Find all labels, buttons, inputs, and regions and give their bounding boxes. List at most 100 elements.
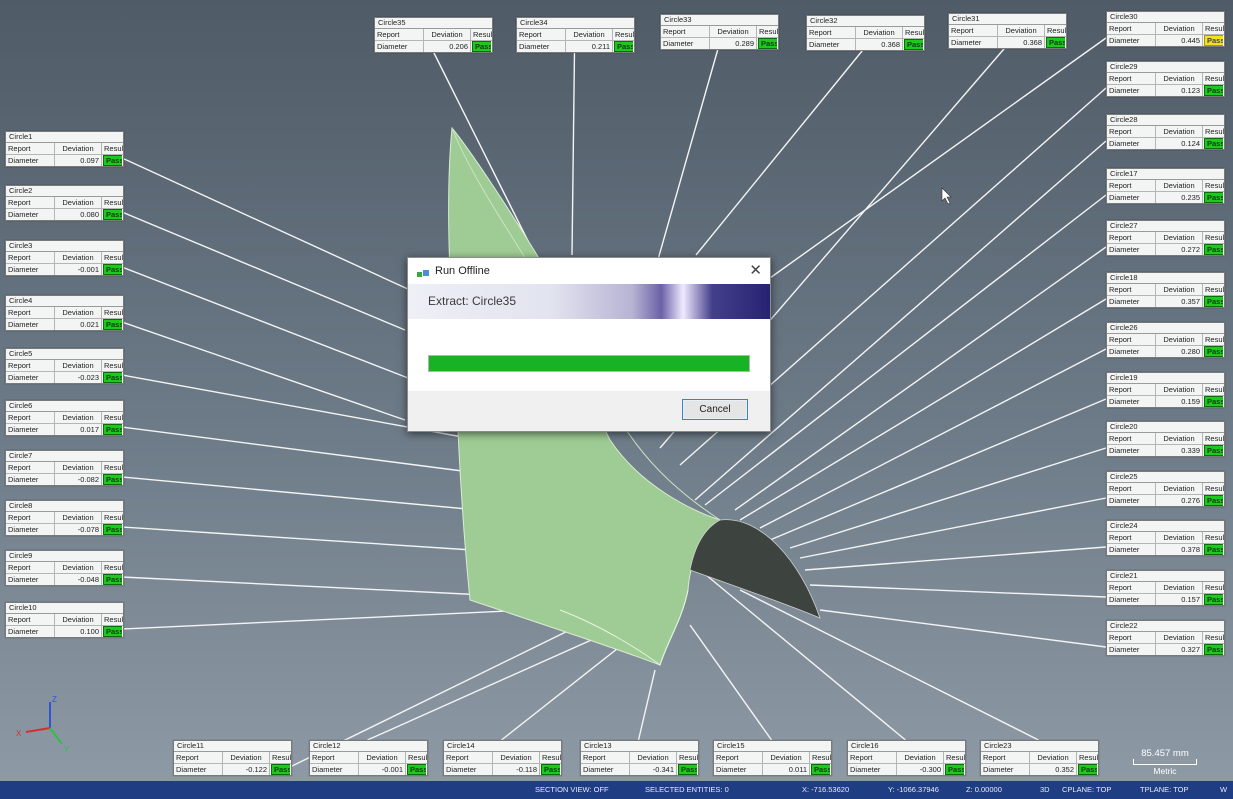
circle-dimension-label[interactable]: Circle14ReportDeviationResult Diameter-0.… (443, 740, 562, 776)
circle-dimension-label[interactable]: Circle22ReportDeviationResult Diameter0.3… (1106, 620, 1225, 656)
circle-dimension-label[interactable]: Circle24ReportDeviationResult Diameter0.3… (1106, 520, 1225, 556)
circle-dimension-label[interactable]: Circle23ReportDeviationResult Diameter0.3… (980, 740, 1099, 776)
result-badge: Pass (103, 264, 122, 275)
result-badge: Pass (472, 41, 491, 52)
circle-dimension-label[interactable]: Circle17ReportDeviationResult Diameter0.2… (1106, 168, 1225, 204)
result-header: Result (1205, 533, 1224, 542)
result-badge: Pass (1204, 445, 1223, 456)
label-title: Circle11 (174, 741, 291, 752)
report-header: Report (174, 752, 223, 763)
result-badge: Pass (1204, 244, 1223, 255)
diameter-label: Diameter (6, 319, 55, 330)
circle-dimension-label[interactable]: Circle5ReportDeviationResult Diameter-0.0… (5, 348, 124, 384)
close-icon[interactable]: ✕ (749, 261, 762, 279)
view-mode-status[interactable]: 3D (1040, 781, 1050, 799)
leader-line (121, 476, 479, 511)
circle-dimension-label[interactable]: Circle21ReportDeviationResult Diameter0.1… (1106, 570, 1225, 606)
result-badge: Pass (678, 764, 697, 775)
circle-dimension-label[interactable]: Circle8ReportDeviationResult Diameter-0.0… (5, 500, 124, 536)
circle-dimension-label[interactable]: Circle15ReportDeviationResult Diameter0.0… (713, 740, 832, 776)
circle-dimension-label[interactable]: Circle35ReportDeviationResult Diameter0.2… (374, 17, 493, 53)
circle-dimension-label[interactable]: Circle10ReportDeviationResult Diameter0.1… (5, 602, 124, 638)
leader-line (769, 398, 1107, 541)
deviation-header: Deviation (1156, 532, 1203, 543)
circle-dimension-label[interactable]: Circle28ReportDeviationResult Diameter0.1… (1106, 114, 1225, 150)
label-title: Circle30 (1107, 12, 1224, 23)
circle-dimension-label[interactable]: Circle1ReportDeviationResult Diameter0.09… (5, 131, 124, 167)
circle-dimension-label[interactable]: Circle29ReportDeviationResult Diameter0.1… (1106, 61, 1225, 97)
diameter-label: Diameter (1107, 244, 1156, 255)
result-header: Result (679, 753, 698, 762)
deviation-value: -0.023 (55, 372, 102, 383)
result-badge: Pass (103, 424, 122, 435)
diameter-label: Diameter (1107, 192, 1156, 203)
deviation-value: -0.118 (493, 764, 540, 775)
cplane-status[interactable]: CPLANE: TOP (1062, 781, 1111, 799)
cancel-button[interactable]: Cancel (682, 399, 748, 420)
circle-dimension-label[interactable]: Circle9ReportDeviationResult Diameter-0.0… (5, 550, 124, 586)
dialog-titlebar[interactable]: Run Offline ✕ (408, 258, 770, 284)
circle-dimension-label[interactable]: Circle11ReportDeviationResult Diameter-0.… (173, 740, 292, 776)
circle-dimension-label[interactable]: Circle3ReportDeviationResult Diameter-0.0… (5, 240, 124, 276)
result-header: Result (104, 563, 123, 572)
circle-dimension-label[interactable]: Circle12ReportDeviationResult Diameter-0.… (309, 740, 428, 776)
deviation-value: -0.078 (55, 524, 102, 535)
deviation-value: 0.021 (55, 319, 102, 330)
report-header: Report (6, 143, 55, 154)
circle-dimension-label[interactable]: Circle33ReportDeviationResult Diameter0.2… (660, 14, 779, 50)
deviation-header: Deviation (55, 412, 102, 423)
status-extra: W (1220, 785, 1228, 794)
blade-shadow-face (689, 519, 821, 619)
progress-bar (428, 355, 750, 372)
result-header: Result (272, 753, 291, 762)
circle-dimension-label[interactable]: Circle27ReportDeviationResult Diameter0.2… (1106, 220, 1225, 256)
graphics-viewport[interactable]: Circle35ReportDeviationResultDiameter0.2… (0, 0, 1233, 781)
report-header: Report (1107, 334, 1156, 345)
diameter-label: Diameter (517, 41, 566, 52)
result-header: Result (542, 753, 561, 762)
diameter-label: Diameter (1107, 138, 1156, 149)
label-title: Circle7 (6, 451, 123, 462)
circle-dimension-label[interactable]: Circle31ReportDeviationResult Diameter0.3… (948, 13, 1067, 49)
result-badge: Pass (1204, 594, 1223, 605)
label-title: Circle1 (6, 132, 123, 143)
diameter-label: Diameter (1107, 396, 1156, 407)
circle-dimension-label[interactable]: Circle26ReportDeviationResult Diameter0.2… (1106, 322, 1225, 358)
circle-dimension-label[interactable]: Circle30ReportDeviationResult Diameter0.4… (1106, 11, 1225, 47)
leader-line (759, 348, 1107, 529)
circle-dimension-label[interactable]: Circle16ReportDeviationResult Diameter-0.… (847, 740, 966, 776)
circle-dimension-label[interactable]: Circle6ReportDeviationResult Diameter0.01… (5, 400, 124, 436)
deviation-header: Deviation (1156, 284, 1203, 295)
circle-dimension-label[interactable]: Circle20ReportDeviationResult Diameter0.3… (1106, 421, 1225, 457)
report-header: Report (1107, 433, 1156, 444)
circle-dimension-label[interactable]: Circle7ReportDeviationResult Diameter-0.0… (5, 450, 124, 486)
result-header: Result (1205, 285, 1224, 294)
circle-dimension-label[interactable]: Circle19ReportDeviationResult Diameter0.1… (1106, 372, 1225, 408)
result-badge: Pass (1204, 544, 1223, 555)
selected-entities-status[interactable]: SELECTED ENTITIES: 0 (645, 781, 729, 799)
result-badge: Pass (541, 764, 560, 775)
deviation-header: Deviation (1156, 232, 1203, 243)
scale-unit: Metric (1153, 766, 1177, 776)
circle-dimension-label[interactable]: Circle4ReportDeviationResult Diameter0.02… (5, 295, 124, 331)
tplane-status[interactable]: TPLANE: TOP (1140, 781, 1189, 799)
circle-dimension-label[interactable]: Circle34ReportDeviationResult Diameter0.2… (516, 17, 635, 53)
label-title: Circle16 (848, 741, 965, 752)
label-title: Circle22 (1107, 621, 1224, 632)
circle-dimension-label[interactable]: Circle18ReportDeviationResult Diameter0.3… (1106, 272, 1225, 308)
deviation-header: Deviation (55, 562, 102, 573)
circle-dimension-label[interactable]: Circle13ReportDeviationResult Diameter-0.… (580, 740, 699, 776)
result-badge: Pass (103, 155, 122, 166)
circle-dimension-label[interactable]: Circle2ReportDeviationResult Diameter0.08… (5, 185, 124, 221)
circle-dimension-label[interactable]: Circle25ReportDeviationResult Diameter0.2… (1106, 471, 1225, 507)
circle-dimension-label[interactable]: Circle32ReportDeviationResult Diameter0.3… (806, 15, 925, 51)
result-header: Result (946, 753, 965, 762)
deviation-header: Deviation (856, 27, 903, 38)
report-header: Report (581, 752, 630, 763)
diameter-label: Diameter (848, 764, 897, 775)
deviation-header: Deviation (1156, 433, 1203, 444)
leader-line (819, 609, 1107, 648)
deviation-header: Deviation (55, 307, 102, 318)
leader-line (121, 321, 406, 421)
section-view-status[interactable]: SECTION VIEW: OFF (535, 781, 609, 799)
